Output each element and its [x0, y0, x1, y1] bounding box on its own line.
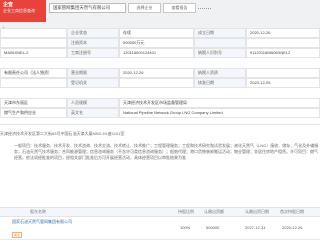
logo[interactable]: 企查 企业工商信息查询 [0, 0, 46, 22]
grid-cell: 2023-12-05 [246, 78, 320, 88]
col-header-first-date: 首次持股日期 [280, 209, 304, 214]
grid-label [194, 38, 246, 48]
ratio-value: 100% [180, 225, 191, 230]
grid-cell: 2020-12-26 [119, 68, 194, 78]
grid-cell [0, 28, 67, 38]
grid-label: 纳税人资质 [194, 68, 246, 78]
col-header-amount: 认缴出资额 [204, 209, 224, 214]
grid-label: 登记机关 [67, 78, 119, 88]
logo-subtitle: 企业工商信息查询 [3, 8, 35, 13]
grid-cell: 120116000124401 [119, 48, 194, 58]
grid-label: 营业期限 [67, 68, 119, 78]
business-scope-text: 一般项目：技术服务、技术开发、技术咨询、技术交流、技术转让、技术推广；工程管理服… [14, 143, 319, 160]
company-search-input[interactable]: 国家管网集团天然气有限公司 [49, 3, 126, 13]
status-value: 存续 [119, 28, 194, 38]
grid-cell [119, 78, 194, 88]
amount-value: 500000 [206, 225, 220, 230]
registration-authority-value: 天津经济技术开发区市场监督管理局 [119, 98, 320, 108]
grid-cell: MA06XNEL-2 [0, 48, 67, 58]
grid-cell [246, 68, 320, 78]
col-header-name: 股东名称 [30, 209, 46, 214]
divider [0, 124, 320, 125]
view-report-button[interactable]: 查看报告 [163, 3, 196, 13]
grid-cell: 有限责任公司（法人独资） [0, 68, 67, 78]
grid-label: 纳税人识别号 [194, 48, 246, 58]
soe-badge: 央企 [12, 232, 23, 238]
shareholder-name-link[interactable]: 国家石油天然气管网集团有限公司 [12, 219, 102, 225]
shareholder-table-header [0, 207, 320, 217]
first-date-value: 2020-12-26 [282, 225, 303, 230]
grid-cell: 燃气生产和供应业 [0, 108, 67, 118]
grid-label: 成立日期 [194, 28, 246, 38]
grid-label: 工商注册号 [67, 48, 119, 58]
sub-date-value: 2027-12-31 [245, 225, 266, 230]
address-text: 天津经济技术开发区第二大街83号中国石油天津大厦MSD-H1座1101室 [0, 131, 125, 136]
col-header-sub-date: 认缴出资日期 [245, 209, 269, 214]
more-icon[interactable] [198, 8, 211, 10]
grid-label: 注册资本 [67, 38, 119, 48]
english-name-value: National Pipeline Network Group LNG Comp… [119, 108, 320, 118]
grid-cell [0, 38, 67, 48]
grid-cell: 2020-12-26 [246, 28, 320, 38]
grid-label: 人员规模 [67, 98, 119, 108]
grid-cell: 91120116MA06XNEL2 [246, 48, 320, 58]
grid-label: 核准日期 [194, 78, 246, 88]
grid-cell [0, 78, 67, 88]
col-header-ratio: 持股比例 [178, 209, 194, 214]
grid-label: 企业状态 [67, 28, 119, 38]
grid-cell: 天津市东丽区 [0, 98, 67, 108]
grid-label: 英文名 [67, 108, 119, 118]
grid-cell: 500000万元 [119, 38, 194, 48]
grid-cell [246, 38, 320, 48]
select-company-button[interactable]: 选择企业 [128, 3, 161, 13]
